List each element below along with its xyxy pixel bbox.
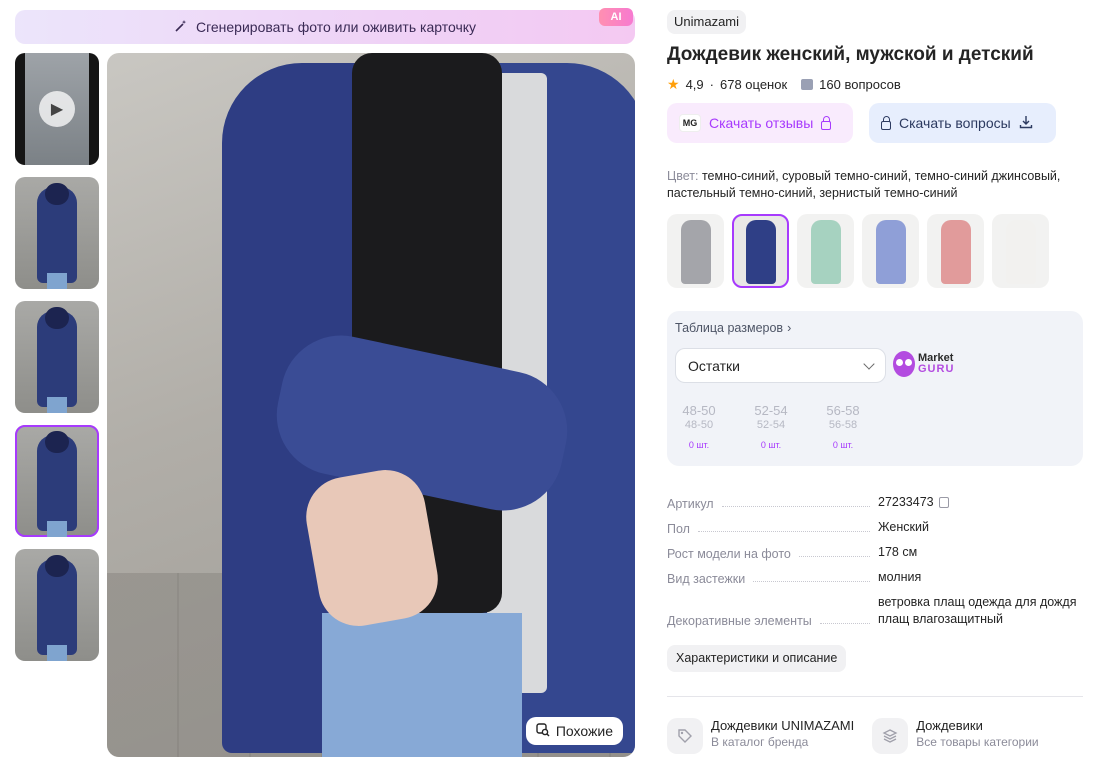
thumbnail-video[interactable]: ▶ <box>15 53 99 165</box>
tag-icon <box>667 718 703 754</box>
ai-generate-banner[interactable]: Сгенерировать фото или оживить карточку … <box>15 8 635 44</box>
chevron-down-icon <box>863 357 875 370</box>
size-table-label: Таблица размеров <box>675 321 784 335</box>
copy-icon[interactable] <box>938 497 949 509</box>
product-title: Дождевик женский, мужской и детский <box>667 44 1034 65</box>
color-value: темно-синий, суровый темно-синий, темно-… <box>667 169 1061 200</box>
similar-label: Похожие <box>555 723 613 739</box>
ai-badge: AI <box>599 8 633 26</box>
size-value: 48-50 <box>682 403 716 418</box>
mg-logo-icon: MG <box>679 114 701 132</box>
size-option[interactable]: 56-58 56-58 0 шт. <box>819 403 867 450</box>
param-key: Вид застежки <box>667 572 746 586</box>
download-icon <box>1019 115 1033 132</box>
owl-icon <box>893 351 915 377</box>
thumbnail-photo[interactable] <box>15 177 99 289</box>
category-link-title: Дождевики <box>916 718 983 733</box>
lock-icon <box>821 115 832 130</box>
size-ru-value: 52-54 <box>756 419 786 431</box>
color-description: Цвет: темно-синий, суровый темно-синий, … <box>667 168 1087 202</box>
color-swatches <box>667 214 1087 288</box>
brand-link-title: Дождевики UNIMAZAMI <box>711 718 855 733</box>
param-key: Артикул <box>667 497 714 511</box>
stock-select[interactable]: Остатки <box>675 348 886 383</box>
question-icon <box>801 79 814 90</box>
category-link[interactable]: Дождевики Все товары категории <box>872 718 1039 754</box>
ai-banner-label: Сгенерировать фото или оживить карточку <box>195 19 477 35</box>
size-list: 48-50 48-50 0 шт. 52-54 52-54 0 шт. 56-58 56-58… <box>675 403 867 450</box>
param-value: Женский <box>878 520 929 534</box>
category-link-subtitle: Все товары категории <box>916 735 1039 749</box>
rating-value: 4,9 <box>685 77 704 92</box>
color-label: Цвет: <box>667 169 699 183</box>
download-buttons: MG Скачать отзывы Скачать вопросы <box>667 103 1087 143</box>
download-questions-button[interactable]: Скачать вопросы <box>869 103 1056 143</box>
param-row: Вид застежки молния <box>667 569 1083 586</box>
download-questions-label: Скачать вопросы <box>899 115 1011 131</box>
characteristics-button[interactable]: Характеристики и описание <box>667 645 847 672</box>
size-option[interactable]: 48-50 48-50 0 шт. <box>675 403 723 450</box>
param-row: Рост модели на фото 178 см <box>667 544 1083 561</box>
param-value: молния <box>878 570 922 584</box>
param-value: 178 см <box>878 545 918 559</box>
size-value: 56-58 <box>826 403 860 418</box>
play-icon: ▶ <box>39 91 75 127</box>
layers-icon <box>872 718 909 754</box>
brand-link-subtitle: В каталог бренда <box>711 735 809 749</box>
size-value: 52-54 <box>754 403 788 418</box>
size-panel: Таблица размеров › Остатки Market GURU 4… <box>667 311 1083 466</box>
catalog-links: Дождевики UNIMAZAMI В каталог бренда Дож… <box>667 718 1039 754</box>
questions-count[interactable]: 160 вопросов <box>819 77 901 92</box>
color-swatch[interactable] <box>732 214 789 288</box>
brand-catalog-link[interactable]: Дождевики UNIMAZAMI В каталог бренда <box>667 718 854 754</box>
lock-icon <box>881 115 891 130</box>
param-value: ветровка плащ одежда для дождя плащ влаг… <box>878 595 1077 626</box>
param-key: Пол <box>667 522 690 536</box>
thumbnail-photo-selected[interactable] <box>15 425 99 537</box>
param-value: 27233473 <box>878 495 934 509</box>
download-reviews-label: Скачать отзывы <box>709 115 814 131</box>
param-row: Пол Женский <box>667 519 1083 536</box>
thumbnail-list: ▶ <box>15 53 99 673</box>
size-table-link[interactable]: Таблица размеров › <box>675 321 1075 335</box>
reviews-count[interactable]: 678 оценок <box>720 77 787 92</box>
size-ru-value: 56-58 <box>828 419 858 431</box>
chevron-right-icon: › <box>787 321 792 335</box>
product-params: Артикул 27233473 Пол Женский Рост модели на … <box>667 494 1083 636</box>
divider <box>667 696 1083 697</box>
param-row: Декоративные элементы ветровка плащ одежд… <box>667 594 1083 628</box>
similar-button[interactable]: Похожие <box>525 717 623 745</box>
param-key: Рост модели на фото <box>667 547 791 561</box>
magic-wand-icon <box>174 19 188 36</box>
product-info: Unimazami Дождевик женский, мужской и де… <box>667 10 1087 288</box>
param-row: Артикул 27233473 <box>667 494 1083 511</box>
size-stock: 0 шт. <box>832 440 854 450</box>
color-swatch[interactable] <box>992 214 1049 288</box>
color-swatch[interactable] <box>667 214 724 288</box>
rating-row: ★ 4,9 · 678 оценок 160 вопросов <box>667 76 901 92</box>
param-key: Декоративные элементы <box>667 614 812 628</box>
star-icon: ★ <box>667 76 680 92</box>
color-swatch[interactable] <box>927 214 984 288</box>
size-ru-value: 48-50 <box>684 419 714 431</box>
size-option[interactable]: 52-54 52-54 0 шт. <box>747 403 795 450</box>
main-product-photo[interactable]: Похожие <box>107 53 635 757</box>
similar-search-icon <box>536 722 550 740</box>
stock-select-value: Остатки <box>688 357 740 374</box>
brand-chip[interactable]: Unimazami <box>667 10 747 34</box>
thumbnail-photo[interactable] <box>15 301 99 413</box>
thumbnail-photo[interactable] <box>15 549 99 661</box>
color-swatch[interactable] <box>797 214 854 288</box>
color-swatch[interactable] <box>862 214 919 288</box>
marketguru-logo: Market GURU <box>893 351 954 377</box>
size-stock: 0 шт. <box>760 440 782 450</box>
size-stock: 0 шт. <box>688 440 710 450</box>
download-reviews-button[interactable]: MG Скачать отзывы <box>667 103 853 143</box>
